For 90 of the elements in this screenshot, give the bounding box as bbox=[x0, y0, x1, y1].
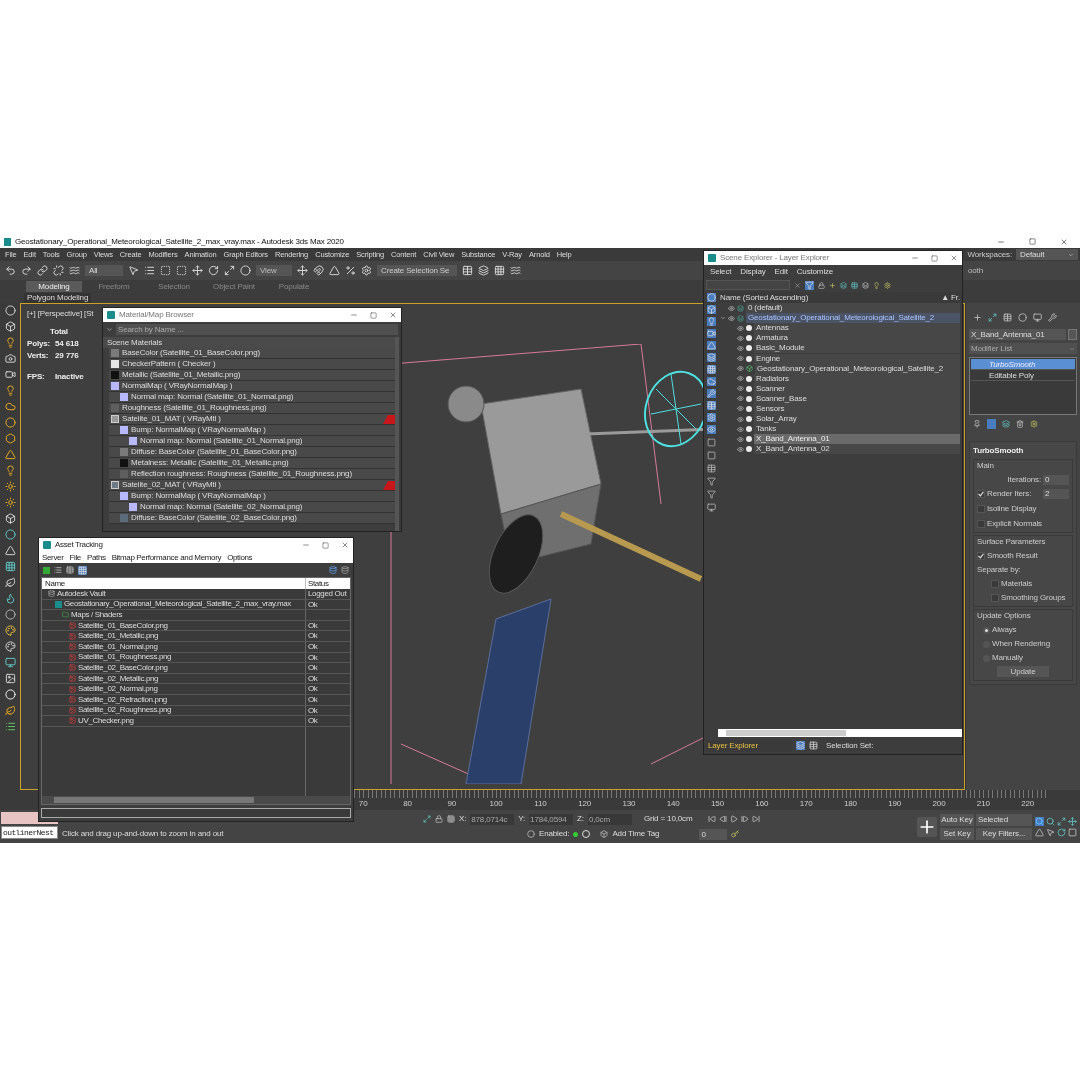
material-label: Diffuse: BaseColor (Satellite_01_BaseColor.png) bbox=[131, 447, 297, 457]
app-title: Geostationary_Operational_Meteorological_Satellite_2_max_vray.max - Autodesk 3ds Max 2020 bbox=[15, 235, 344, 248]
group-title: Update Options bbox=[977, 610, 1032, 622]
option-label: Smoothing Groups bbox=[1001, 592, 1066, 604]
asset-name: Satellite_01_Metallic.png bbox=[78, 631, 159, 642]
separate-by-label: Separate by: bbox=[977, 564, 1022, 576]
iterations-label: Iterations: bbox=[1007, 474, 1041, 486]
material-label: Normal map: Normal (Satellite_02_Normal.png) bbox=[140, 502, 303, 512]
frame-number: 190 bbox=[887, 798, 903, 809]
asset-name: Autodesk Vault bbox=[57, 588, 106, 599]
stat-value: Inactive bbox=[55, 371, 84, 383]
frame-number: 150 bbox=[710, 798, 725, 809]
asset-status-cell-text: Ok bbox=[307, 705, 318, 716]
frame-number: 120 bbox=[577, 798, 593, 809]
asset-status-cell-text: Ok bbox=[307, 694, 318, 705]
asset-status-cell-text: Ok bbox=[307, 599, 318, 610]
workspaces-label: Workspaces: bbox=[967, 248, 1012, 261]
asset-name: Satellite_02_Normal.png bbox=[78, 684, 158, 695]
frame-number: 130 bbox=[621, 798, 637, 809]
window-title: Asset Tracking bbox=[55, 539, 103, 551]
material-label: BaseColor (Satellite_01_BaseColor.png) bbox=[122, 348, 260, 358]
frame-number: 180 bbox=[842, 798, 858, 809]
frame-number: 140 bbox=[665, 798, 681, 809]
asset-name: UV_Checker.png bbox=[78, 715, 134, 726]
enabled-label: Enabled: bbox=[539, 828, 570, 840]
asset-status-cell-text: Logged Out bbox=[307, 589, 347, 599]
material-label: Satelite_01_MAT ( VRayMtl ) bbox=[122, 414, 221, 424]
stats-heading: Total bbox=[50, 326, 68, 338]
stat-label: FPS: bbox=[27, 371, 46, 383]
option-label: Explicit Normals bbox=[987, 518, 1042, 530]
asset-status-cell-text: Ok bbox=[307, 641, 318, 652]
option-label: Smooth Result bbox=[987, 550, 1038, 562]
asset-status-cell-text: Ok bbox=[307, 663, 318, 673]
asset-name: Satellite_01_BaseColor.png bbox=[78, 620, 168, 631]
material-label: Reflection roughness: Roughness (Satellite_01_Roughness.png) bbox=[131, 469, 352, 479]
group-title: Surface Parameters bbox=[977, 536, 1047, 548]
radio-label: Manually bbox=[992, 652, 1023, 664]
selection-set-label: Selection Set: bbox=[826, 739, 874, 752]
asset-status-cell-text: Ok bbox=[307, 631, 318, 641]
material-label: Bump: NormalMap ( VRayNormalMap ) bbox=[131, 425, 266, 435]
frame-number: 110 bbox=[533, 798, 548, 809]
prompt-text: Click and drag up-and-down to zoom in and out bbox=[62, 828, 224, 840]
asset-name: Satellite_02_Roughness.png bbox=[78, 705, 172, 716]
toolbar-label: ooth bbox=[968, 264, 984, 277]
window-title: Material/Map Browser bbox=[119, 309, 194, 321]
grid-size-text: Grid = 10,0cm bbox=[643, 813, 693, 825]
asset-status-cell-text: Ok bbox=[307, 673, 318, 684]
asset-name: Satellite_01_Normal.png bbox=[78, 641, 158, 652]
asset-name: Maps / Shaders bbox=[71, 610, 123, 620]
asset-name: Satellite_01_Roughness.png bbox=[78, 652, 172, 663]
frame-number: 200 bbox=[931, 798, 947, 809]
option-label: Isoline Display bbox=[987, 503, 1037, 515]
window-title: Scene Explorer - Layer Explorer bbox=[720, 252, 830, 264]
frame-number: 100 bbox=[488, 798, 504, 809]
stat-value: 29 776 bbox=[55, 350, 79, 362]
coordinate-label: Y: bbox=[518, 813, 526, 825]
asset-name: Satellite_02_Refraction.png bbox=[78, 694, 167, 705]
frame-number: 220 bbox=[1020, 798, 1036, 809]
material-label: Metalness: Metallic (Satellite_01_Metallic.png) bbox=[131, 458, 289, 468]
frame-number: 90 bbox=[446, 798, 458, 809]
material-label: Satelite_02_MAT ( VRayMtl ) bbox=[122, 480, 221, 490]
coordinate-label: X: bbox=[459, 813, 467, 825]
frame-number: 80 bbox=[402, 798, 413, 809]
stat-label: Verts: bbox=[27, 350, 49, 362]
stat-value: 54 618 bbox=[55, 338, 79, 350]
material-label: CheckerPattern ( Checker ) bbox=[122, 359, 216, 369]
material-label: NormalMap ( VRayNormalMap ) bbox=[122, 381, 233, 391]
asset-status-cell-text: Ok bbox=[307, 652, 318, 663]
frame-number: 210 bbox=[975, 798, 991, 809]
coordinate-label: Z: bbox=[577, 813, 584, 825]
frame-number: 170 bbox=[798, 798, 814, 809]
stat-label: Polys: bbox=[27, 338, 49, 350]
asset-name: Satellite_02_Metallic.png bbox=[78, 673, 159, 684]
asset-status-cell-text: Ok bbox=[307, 620, 318, 631]
asset-status-cell-text: Ok bbox=[307, 684, 318, 694]
frame-number: 160 bbox=[754, 798, 770, 809]
material-label: Roughness (Satellite_01_Roughness.png) bbox=[122, 403, 267, 413]
material-label: Normal map: Normal (Satellite_01_Normal.png) bbox=[131, 392, 294, 402]
material-label: Metallic (Satellite_01_Metallic.png) bbox=[122, 370, 241, 380]
render-iters-label: Render Iters: bbox=[987, 488, 1033, 500]
radio-label: Always bbox=[992, 624, 1017, 636]
option-label: Materials bbox=[1001, 578, 1033, 590]
radio-label: When Rendering bbox=[992, 638, 1050, 650]
material-label: Normal map: Normal (Satellite_01_Normal.png) bbox=[140, 436, 303, 446]
group-title: Main bbox=[977, 460, 995, 472]
material-label: Diffuse: BaseColor (Satellite_02_BaseColor.png) bbox=[131, 513, 297, 523]
asset-status-cell-text: Ok bbox=[307, 716, 318, 726]
material-label: Bump: NormalMap ( VRayNormalMap ) bbox=[131, 491, 266, 501]
asset-name: Satellite_02_BaseColor.png bbox=[78, 662, 168, 673]
frame-number: 70 bbox=[357, 798, 369, 809]
